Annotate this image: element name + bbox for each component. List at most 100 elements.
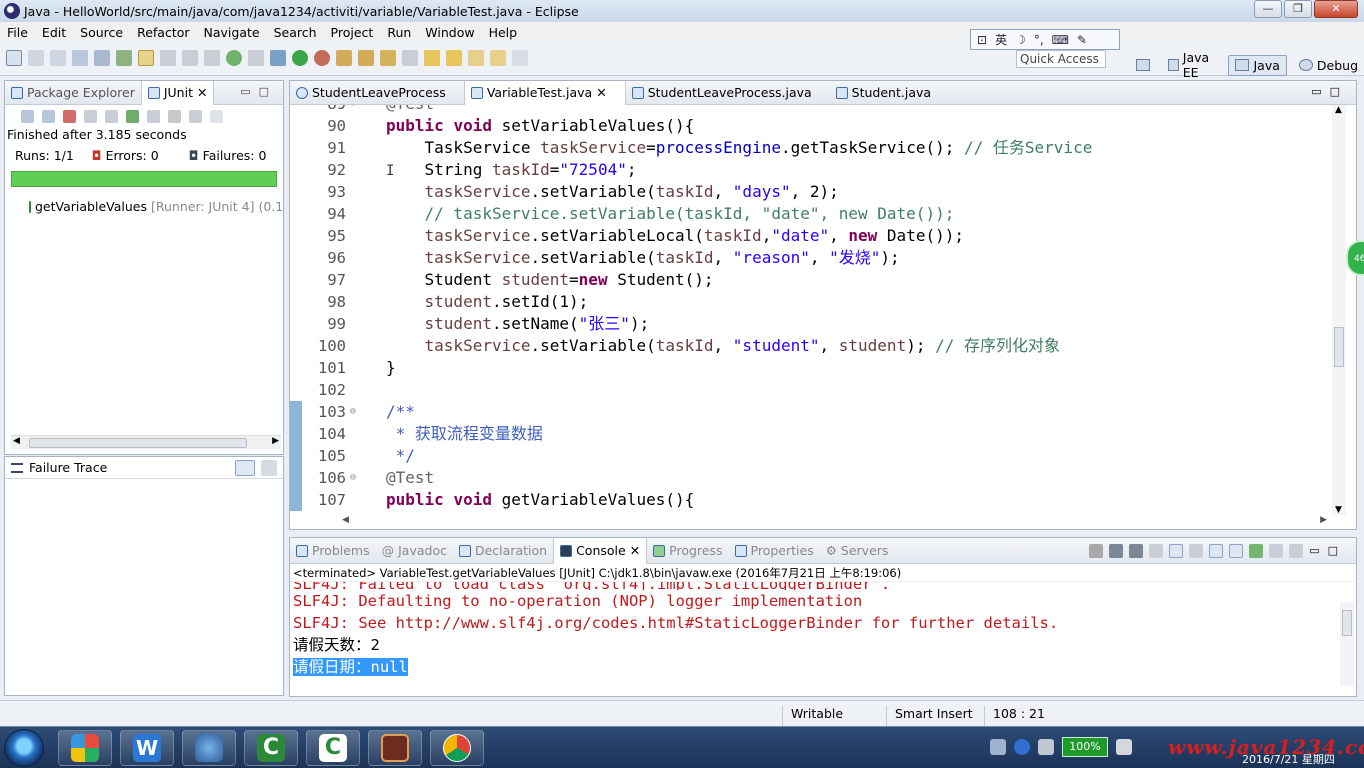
terminate-icon[interactable] bbox=[1089, 544, 1104, 558]
code-line[interactable]: 107 public void getVariableValues(){ bbox=[290, 489, 1330, 511]
maximize-button[interactable]: ❐ bbox=[1284, 0, 1312, 18]
maximize-view-icon[interactable]: □ bbox=[1328, 544, 1346, 557]
scroll-lock-icon[interactable] bbox=[1169, 544, 1184, 558]
ime-keyboard-icon[interactable]: ⌨ bbox=[1052, 33, 1069, 47]
perspective-java[interactable]: Java bbox=[1228, 54, 1287, 76]
refresh-icon[interactable] bbox=[226, 50, 242, 66]
taskbar-app-camtasia-2[interactable]: C bbox=[306, 730, 360, 766]
close-tab-icon[interactable]: ✕ bbox=[197, 85, 207, 100]
floating-badge[interactable]: 46 bbox=[1346, 240, 1364, 276]
tab-javadoc[interactable]: @ Javadoc bbox=[376, 543, 453, 558]
code-line[interactable]: 105 */ bbox=[290, 445, 1330, 467]
tab-junit[interactable]: JUnit ✕ bbox=[140, 80, 215, 105]
scroll-lock-icon[interactable] bbox=[84, 109, 97, 123]
scroll-left-icon[interactable]: ◀ bbox=[13, 436, 20, 446]
junit-horizontal-scrollbar[interactable]: ◀ ▶ bbox=[11, 435, 281, 449]
stop-icon[interactable] bbox=[168, 109, 181, 123]
editor-tab-student[interactable]: Student.java bbox=[830, 81, 949, 105]
console-output[interactable]: SLF4J: Failed to load class "org.slf4j.i… bbox=[290, 582, 1356, 682]
show-whitespace-icon[interactable] bbox=[182, 50, 198, 66]
scroll-right-icon[interactable]: ▶ bbox=[1320, 515, 1327, 525]
tray-flag-icon[interactable] bbox=[1038, 739, 1054, 755]
menu-search[interactable]: Search bbox=[267, 25, 324, 40]
taskbar-app-camtasia-1[interactable]: C bbox=[244, 730, 298, 766]
block-selection-icon[interactable] bbox=[160, 50, 176, 66]
maximize-view-icon[interactable]: □ bbox=[259, 85, 277, 98]
close-tab-icon[interactable]: ✕ bbox=[596, 85, 606, 100]
skip-breakpoints-icon[interactable] bbox=[94, 50, 110, 66]
editor-vertical-scrollbar[interactable]: ▲ ▼ bbox=[1332, 105, 1346, 515]
open-console-icon[interactable] bbox=[1289, 544, 1304, 558]
save-icon[interactable] bbox=[28, 50, 44, 66]
tab-problems[interactable]: Problems bbox=[290, 543, 376, 558]
editor-tab-variabletest[interactable]: VariableTest.java ✕ bbox=[463, 80, 626, 105]
taskbar-app-dolphin[interactable] bbox=[182, 730, 236, 766]
console-vertical-scrollbar[interactable] bbox=[1340, 602, 1354, 686]
ime-moon-icon[interactable]: ☽ bbox=[1015, 33, 1026, 47]
previous-annotation-icon[interactable] bbox=[446, 50, 462, 66]
remove-launch-icon[interactable] bbox=[1109, 544, 1124, 558]
scrollbar-thumb[interactable] bbox=[29, 438, 247, 448]
menu-window[interactable]: Window bbox=[418, 25, 481, 40]
print-icon[interactable] bbox=[72, 50, 88, 66]
quick-access-input[interactable]: Quick Access bbox=[1016, 50, 1106, 68]
compare-result-icon[interactable] bbox=[261, 459, 277, 476]
tab-properties[interactable]: Properties bbox=[729, 543, 820, 558]
next-annotation-icon[interactable] bbox=[424, 50, 440, 66]
open-folder-icon[interactable] bbox=[380, 50, 396, 66]
word-wrap-icon[interactable] bbox=[1189, 544, 1204, 558]
taskbar-app-wps[interactable]: W bbox=[120, 730, 174, 766]
menu-navigate[interactable]: Navigate bbox=[197, 25, 267, 40]
menu-help[interactable]: Help bbox=[482, 25, 525, 40]
tab-servers[interactable]: ⚙ Servers bbox=[820, 543, 895, 558]
last-edit-icon[interactable] bbox=[468, 50, 484, 66]
scroll-up-icon[interactable]: ▲ bbox=[1335, 105, 1342, 115]
taskbar-app-chrome[interactable] bbox=[430, 730, 484, 766]
external-tools-icon[interactable] bbox=[314, 50, 330, 66]
rerun-test-icon[interactable] bbox=[126, 109, 139, 123]
battery-indicator[interactable]: 100% bbox=[1062, 737, 1108, 757]
run-icon[interactable] bbox=[292, 50, 308, 66]
remove-all-terminated-icon[interactable] bbox=[1129, 544, 1144, 558]
menu-source[interactable]: Source bbox=[73, 25, 130, 40]
fold-toggle-icon[interactable]: ⊖ bbox=[350, 105, 356, 115]
layout-icon[interactable] bbox=[105, 109, 118, 123]
forward-icon[interactable] bbox=[512, 50, 528, 66]
fold-toggle-icon[interactable]: ⊖ bbox=[350, 401, 356, 423]
taskbar-app-1[interactable] bbox=[58, 730, 112, 766]
code-line[interactable]: 92 String taskId="72504"; bbox=[290, 159, 1330, 181]
new-icon[interactable] bbox=[6, 50, 22, 66]
scrollbar-thumb[interactable] bbox=[1342, 610, 1352, 636]
code-line[interactable]: 102 bbox=[290, 379, 1330, 401]
minimize-button[interactable]: — bbox=[1254, 0, 1282, 18]
code-line[interactable]: 106 ⊖ @Test bbox=[290, 467, 1330, 489]
code-line[interactable]: 91 TaskService taskService=processEngine… bbox=[290, 137, 1330, 159]
back-icon[interactable] bbox=[490, 50, 506, 66]
code-line[interactable]: 100 taskService.setVariable(taskId, "stu… bbox=[290, 335, 1330, 357]
fold-toggle-icon[interactable]: ⊖ bbox=[350, 467, 356, 489]
ime-punctuation-icon[interactable]: °, bbox=[1034, 33, 1044, 47]
display-console-icon[interactable] bbox=[1269, 544, 1284, 558]
code-line[interactable]: 90 public void setVariableValues(){ bbox=[290, 115, 1330, 137]
open-perspective-button[interactable] bbox=[1130, 57, 1156, 73]
code-line[interactable]: 94 // taskService.setVariable(taskId, "d… bbox=[290, 203, 1330, 225]
scroll-left-icon[interactable]: ◀ bbox=[342, 515, 349, 525]
menu-file[interactable]: File bbox=[0, 25, 35, 40]
ime-mode-icon[interactable]: ⊡ bbox=[977, 33, 987, 47]
taskbar-app-eclipse[interactable] bbox=[368, 730, 422, 766]
filter-stack-icon[interactable] bbox=[235, 459, 255, 476]
scrollbar-thumb[interactable] bbox=[1334, 327, 1344, 367]
editor-tab-studentleaveprocess-java[interactable]: StudentLeaveProcess.java bbox=[626, 81, 830, 105]
minimize-view-icon[interactable]: ▭ bbox=[240, 85, 258, 98]
debug-icon[interactable] bbox=[270, 50, 286, 66]
code-line[interactable]: 103 ⊖ /** bbox=[290, 401, 1330, 423]
show-on-stdout-icon[interactable] bbox=[1209, 544, 1224, 558]
new-java-project-icon[interactable] bbox=[336, 50, 352, 66]
save-all-icon[interactable] bbox=[50, 50, 66, 66]
settings-icon[interactable] bbox=[248, 50, 264, 66]
perspective-java-ee[interactable]: Java EE bbox=[1162, 48, 1222, 82]
menu-run[interactable]: Run bbox=[380, 25, 418, 40]
tray-help-icon[interactable] bbox=[1014, 739, 1030, 755]
code-line[interactable]: 99 student.setName("张三"); bbox=[290, 313, 1330, 335]
editor-horizontal-scrollbar[interactable]: ◀ ▶ bbox=[342, 515, 1327, 527]
